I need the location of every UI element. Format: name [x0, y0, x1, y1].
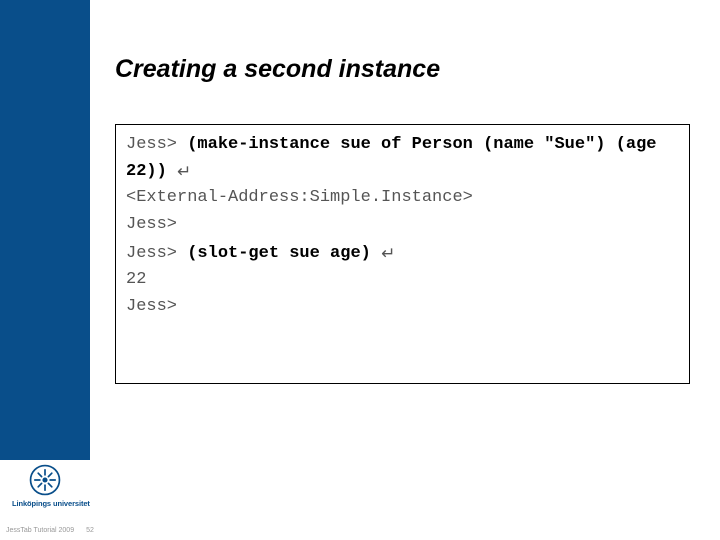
- prompt: Jess>: [126, 244, 187, 263]
- code-line-3: Jess>: [126, 213, 679, 238]
- prompt: Jess>: [126, 135, 187, 154]
- enter-icon: ↵: [177, 160, 191, 185]
- code-line-6: Jess>: [126, 295, 679, 320]
- logo-text: Linköpings universitet: [12, 499, 78, 508]
- university-logo: Linköpings universitet: [12, 463, 78, 508]
- enter-icon: ↵: [381, 242, 395, 267]
- page-number: 52: [86, 527, 94, 534]
- code-line-1: Jess> (make-instance sue of Person (name…: [126, 133, 679, 184]
- sidebar-band: [0, 0, 90, 540]
- code-command: (make-instance sue of Person (name "Sue"…: [126, 135, 667, 181]
- footer-label: JessTab Tutorial 2009: [6, 527, 74, 534]
- code-line-4: Jess> (slot-get sue age) ↵: [126, 240, 679, 267]
- code-box: Jess> (make-instance sue of Person (name…: [115, 124, 690, 384]
- code-output-1: <External-Address:Simple.Instance>: [126, 186, 679, 211]
- footer: JessTab Tutorial 2009 52: [6, 527, 94, 534]
- slide: Creating a second instance Jess> (make-i…: [0, 0, 720, 540]
- content-area: Creating a second instance Jess> (make-i…: [115, 55, 690, 384]
- code-command: (slot-get sue age): [187, 244, 371, 263]
- seal-icon: [28, 463, 62, 497]
- code-output-2: 22: [126, 268, 679, 293]
- slide-title: Creating a second instance: [115, 55, 690, 84]
